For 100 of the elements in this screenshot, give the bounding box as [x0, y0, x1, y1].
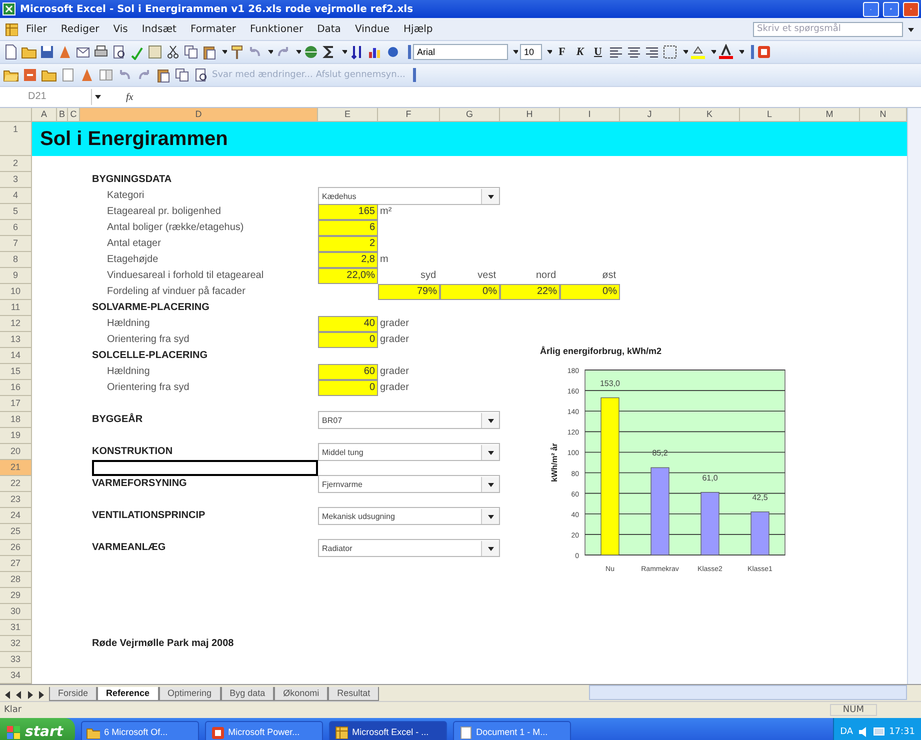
row-header[interactable]: 27: [0, 556, 32, 572]
row-header[interactable]: 21: [0, 460, 32, 476]
taskbar-button[interactable]: Microsoft Power...: [205, 721, 324, 740]
menu-item[interactable]: Filer: [20, 22, 53, 36]
row-header[interactable]: 16: [0, 380, 32, 396]
row-header[interactable]: 18: [0, 412, 32, 428]
bold-button[interactable]: F: [554, 44, 570, 60]
input-cell[interactable]: 165: [318, 204, 378, 220]
vertical-scrollbar[interactable]: [907, 108, 921, 684]
input-cell[interactable]: 2: [318, 236, 378, 252]
minimize-button[interactable]: [863, 2, 879, 16]
input-cell[interactable]: 2,8: [318, 252, 378, 268]
input-cell[interactable]: 40: [318, 316, 378, 332]
previous-sheet-icon[interactable]: [14, 689, 24, 701]
cut-icon[interactable]: [165, 44, 181, 60]
function-button[interactable]: fx: [120, 92, 140, 102]
column-header[interactable]: A: [32, 108, 57, 122]
workbook-icon[interactable]: [334, 725, 348, 739]
row-header[interactable]: 4: [0, 188, 32, 204]
print-preview-icon[interactable]: [111, 44, 127, 60]
close-button[interactable]: [903, 2, 919, 16]
row-header[interactable]: 20: [0, 444, 32, 460]
taskbar-button[interactable]: 6 Microsoft Of...: [81, 721, 200, 740]
column-header[interactable]: N: [860, 108, 907, 122]
row-header[interactable]: 14: [0, 348, 32, 364]
row-header[interactable]: 13: [0, 332, 32, 348]
row-header[interactable]: 6: [0, 220, 32, 236]
menu-item[interactable]: Data: [311, 22, 347, 36]
next-sheet-icon[interactable]: [25, 689, 35, 701]
row-header[interactable]: 32: [0, 636, 32, 652]
column-header[interactable]: H: [500, 108, 560, 122]
sheet-tab[interactable]: Byg data: [220, 687, 274, 701]
sheet-tab[interactable]: Reference: [97, 687, 159, 701]
first-sheet-icon[interactable]: [3, 689, 13, 701]
font-size-field[interactable]: 10: [520, 44, 542, 60]
column-header[interactable]: M: [800, 108, 860, 122]
column-header[interactable]: L: [740, 108, 800, 122]
input-cell[interactable]: 0: [318, 380, 378, 396]
row-header[interactable]: 1: [0, 122, 32, 156]
document-icon[interactable]: [60, 67, 76, 83]
italic-button[interactable]: K: [572, 44, 588, 60]
row-header[interactable]: 31: [0, 620, 32, 636]
row-header[interactable]: 25: [0, 524, 32, 540]
column-header[interactable]: K: [680, 108, 740, 122]
copy-icon[interactable]: [174, 67, 190, 83]
row-header[interactable]: 34: [0, 668, 32, 684]
font-color-icon[interactable]: [718, 44, 734, 60]
row-header[interactable]: 2: [0, 156, 32, 172]
row-header[interactable]: 5: [0, 204, 32, 220]
input-cell[interactable]: 0: [318, 332, 378, 348]
dropdown-field[interactable]: Kædehus: [318, 187, 500, 205]
menu-item[interactable]: Vindue: [348, 22, 396, 36]
column-header[interactable]: I: [560, 108, 620, 122]
dropdown-field[interactable]: Fjernvarme: [318, 475, 500, 493]
dropdown-field[interactable]: BR07: [318, 411, 500, 429]
column-header[interactable]: J: [620, 108, 680, 122]
paste-icon[interactable]: [201, 44, 217, 60]
row-header[interactable]: 19: [0, 428, 32, 444]
row-header[interactable]: 29: [0, 588, 32, 604]
document-icon[interactable]: [458, 725, 472, 739]
row-header[interactable]: 15: [0, 364, 32, 380]
taskbar-button[interactable]: Microsoft Excel - ...: [329, 721, 448, 740]
borders-icon[interactable]: [662, 44, 678, 60]
sheet-tab[interactable]: Økonomi: [274, 687, 328, 701]
format-painter-icon[interactable]: [229, 44, 245, 60]
row-header[interactable]: 17: [0, 396, 32, 412]
start-button[interactable]: start: [0, 718, 76, 740]
input-cell[interactable]: 22%: [500, 284, 560, 300]
row-header[interactable]: 24: [0, 508, 32, 524]
menu-item[interactable]: Formater: [184, 22, 242, 36]
row-header[interactable]: 23: [0, 492, 32, 508]
row-header[interactable]: 8: [0, 252, 32, 268]
copy-icon[interactable]: [183, 44, 199, 60]
language-indicator[interactable]: DA: [840, 727, 854, 737]
selected-cell[interactable]: [92, 460, 318, 476]
dropdown-field[interactable]: Radiator: [318, 539, 500, 557]
sheet-tab[interactable]: Optimering: [158, 687, 221, 701]
row-header[interactable]: 22: [0, 476, 32, 492]
row-header[interactable]: 12: [0, 316, 32, 332]
print-preview-icon[interactable]: [193, 67, 209, 83]
column-header[interactable]: F: [378, 108, 440, 122]
workbook-icon[interactable]: [4, 22, 18, 36]
new-document-icon[interactable]: [3, 44, 19, 60]
last-sheet-icon[interactable]: [36, 689, 46, 701]
row-header[interactable]: 33: [0, 652, 32, 668]
name-box[interactable]: D21: [0, 89, 92, 105]
menu-item[interactable]: Indsæt: [136, 22, 182, 36]
column-header[interactable]: D: [80, 108, 318, 122]
paste-icon[interactable]: [155, 67, 171, 83]
input-cell[interactable]: 22,0%: [318, 268, 378, 284]
menu-item[interactable]: Hjælp: [398, 22, 439, 36]
underline-button[interactable]: U: [590, 44, 606, 60]
column-header[interactable]: C: [68, 108, 80, 122]
input-cell[interactable]: 0%: [440, 284, 500, 300]
row-header[interactable]: 26: [0, 540, 32, 556]
menu-item[interactable]: Funktioner: [244, 22, 310, 36]
sheet-tab[interactable]: Resultat: [328, 687, 380, 701]
row-header[interactable]: 28: [0, 572, 32, 588]
column-header[interactable]: B: [57, 108, 68, 122]
row-header[interactable]: 7: [0, 236, 32, 252]
